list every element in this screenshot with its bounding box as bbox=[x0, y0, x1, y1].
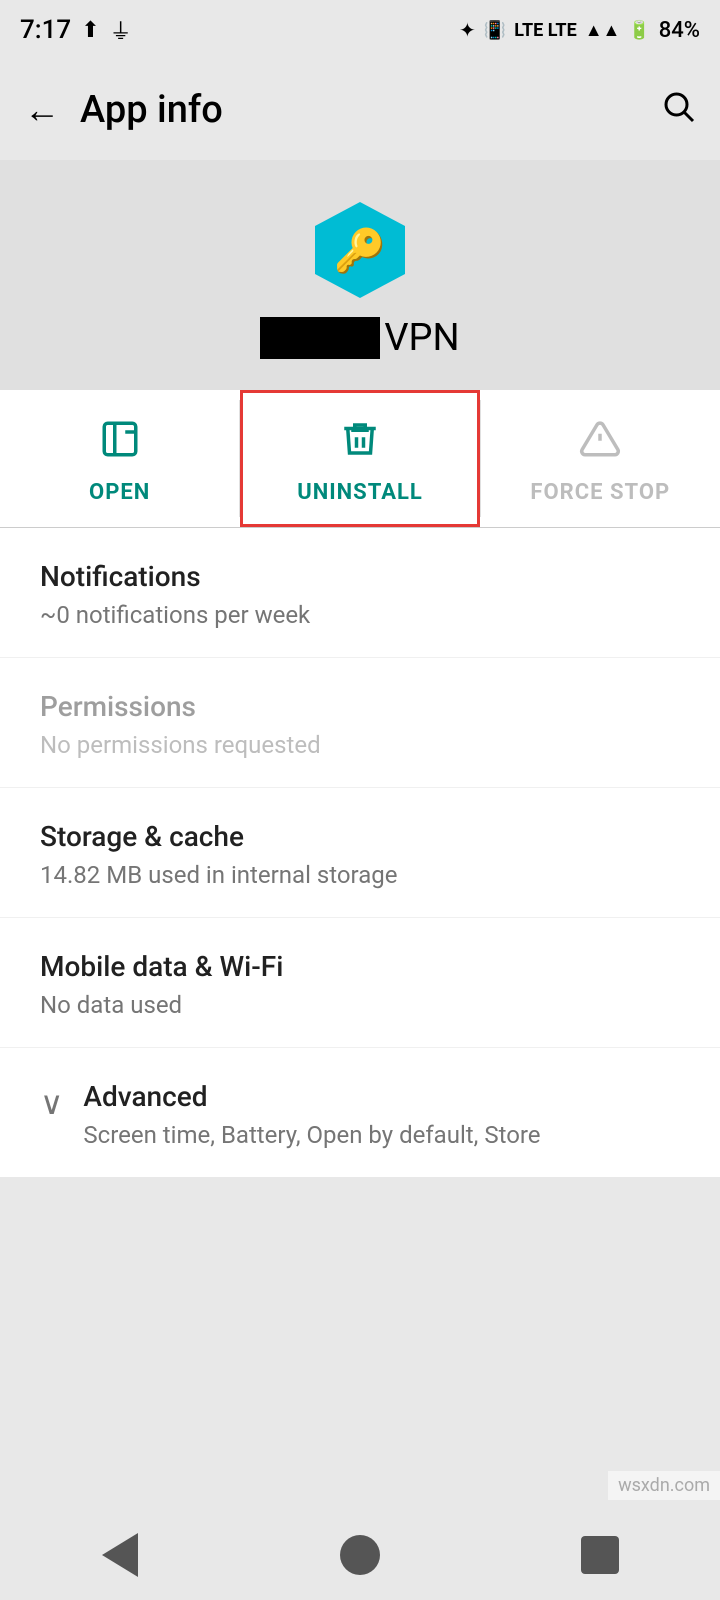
search-button[interactable] bbox=[660, 88, 696, 133]
permissions-subtitle: No permissions requested bbox=[40, 731, 680, 759]
settings-item-storage[interactable]: Storage & cache 14.82 MB used in interna… bbox=[0, 788, 720, 918]
settings-list: Notifications ~0 notifications per week … bbox=[0, 528, 720, 1177]
page-title: App info bbox=[80, 88, 223, 132]
advanced-subtitle: Screen time, Battery, Open by default, S… bbox=[83, 1121, 680, 1149]
settings-item-advanced[interactable]: ∨ Advanced Screen time, Battery, Open by… bbox=[0, 1048, 720, 1177]
uninstall-label: UNINSTALL bbox=[297, 480, 423, 505]
chevron-down-icon: ∨ bbox=[40, 1084, 63, 1122]
action-row: OPEN UNINSTALL FORCE STOP bbox=[0, 390, 720, 528]
open-button[interactable]: OPEN bbox=[0, 390, 239, 527]
bottom-nav bbox=[0, 1510, 720, 1600]
app-name-row: VPN bbox=[260, 316, 459, 360]
usb-icon: ⏚ bbox=[110, 14, 132, 46]
uninstall-icon bbox=[339, 418, 381, 470]
app-header: 🔑 VPN bbox=[0, 160, 720, 390]
bluetooth-icon: ✦ bbox=[459, 18, 476, 42]
signal-icon: ▲▲ bbox=[585, 20, 621, 41]
storage-subtitle: 14.82 MB used in internal storage bbox=[40, 861, 680, 889]
watermark: wsxdn.com bbox=[608, 1471, 720, 1500]
settings-item-notifications[interactable]: Notifications ~0 notifications per week bbox=[0, 528, 720, 658]
force-stop-label: FORCE STOP bbox=[530, 480, 670, 505]
nav-back-button[interactable] bbox=[85, 1520, 155, 1590]
notifications-title: Notifications bbox=[40, 560, 680, 593]
notifications-subtitle: ~0 notifications per week bbox=[40, 601, 680, 629]
nav-recent-button[interactable] bbox=[565, 1520, 635, 1590]
app-name-redacted bbox=[260, 317, 380, 359]
app-icon: 🔑 bbox=[310, 200, 410, 300]
storage-title: Storage & cache bbox=[40, 820, 680, 853]
svg-text:🔑: 🔑 bbox=[334, 225, 386, 276]
battery-icon: 🔋 bbox=[628, 20, 650, 41]
uninstall-button[interactable]: UNINSTALL bbox=[240, 390, 479, 527]
force-stop-icon bbox=[579, 418, 621, 470]
recent-nav-icon bbox=[581, 1536, 619, 1574]
open-label: OPEN bbox=[89, 480, 150, 505]
settings-item-mobile-data[interactable]: Mobile data & Wi-Fi No data used bbox=[0, 918, 720, 1048]
open-icon bbox=[99, 418, 141, 470]
battery-percent: 84% bbox=[659, 18, 700, 43]
back-nav-icon bbox=[102, 1533, 138, 1577]
status-time: 7:17 bbox=[20, 15, 71, 45]
vibrate-icon: 📳 bbox=[484, 20, 506, 41]
top-bar: ← App info bbox=[0, 60, 720, 160]
settings-item-permissions[interactable]: Permissions No permissions requested bbox=[0, 658, 720, 788]
upload-icon: ⬆ bbox=[81, 18, 99, 43]
advanced-title: Advanced bbox=[83, 1080, 680, 1113]
back-button[interactable]: ← bbox=[24, 89, 60, 131]
lte-icon: LTE LTE bbox=[514, 20, 577, 41]
mobile-data-subtitle: No data used bbox=[40, 991, 680, 1019]
force-stop-button[interactable]: FORCE STOP bbox=[481, 390, 720, 527]
nav-home-button[interactable] bbox=[325, 1520, 395, 1590]
mobile-data-title: Mobile data & Wi-Fi bbox=[40, 950, 680, 983]
app-name-suffix: VPN bbox=[384, 316, 459, 360]
permissions-title: Permissions bbox=[40, 690, 680, 723]
home-nav-icon bbox=[340, 1535, 380, 1575]
status-bar: 7:17 ⬆ ⏚ ✦ 📳 LTE LTE ▲▲ 🔋 84% bbox=[0, 0, 720, 60]
